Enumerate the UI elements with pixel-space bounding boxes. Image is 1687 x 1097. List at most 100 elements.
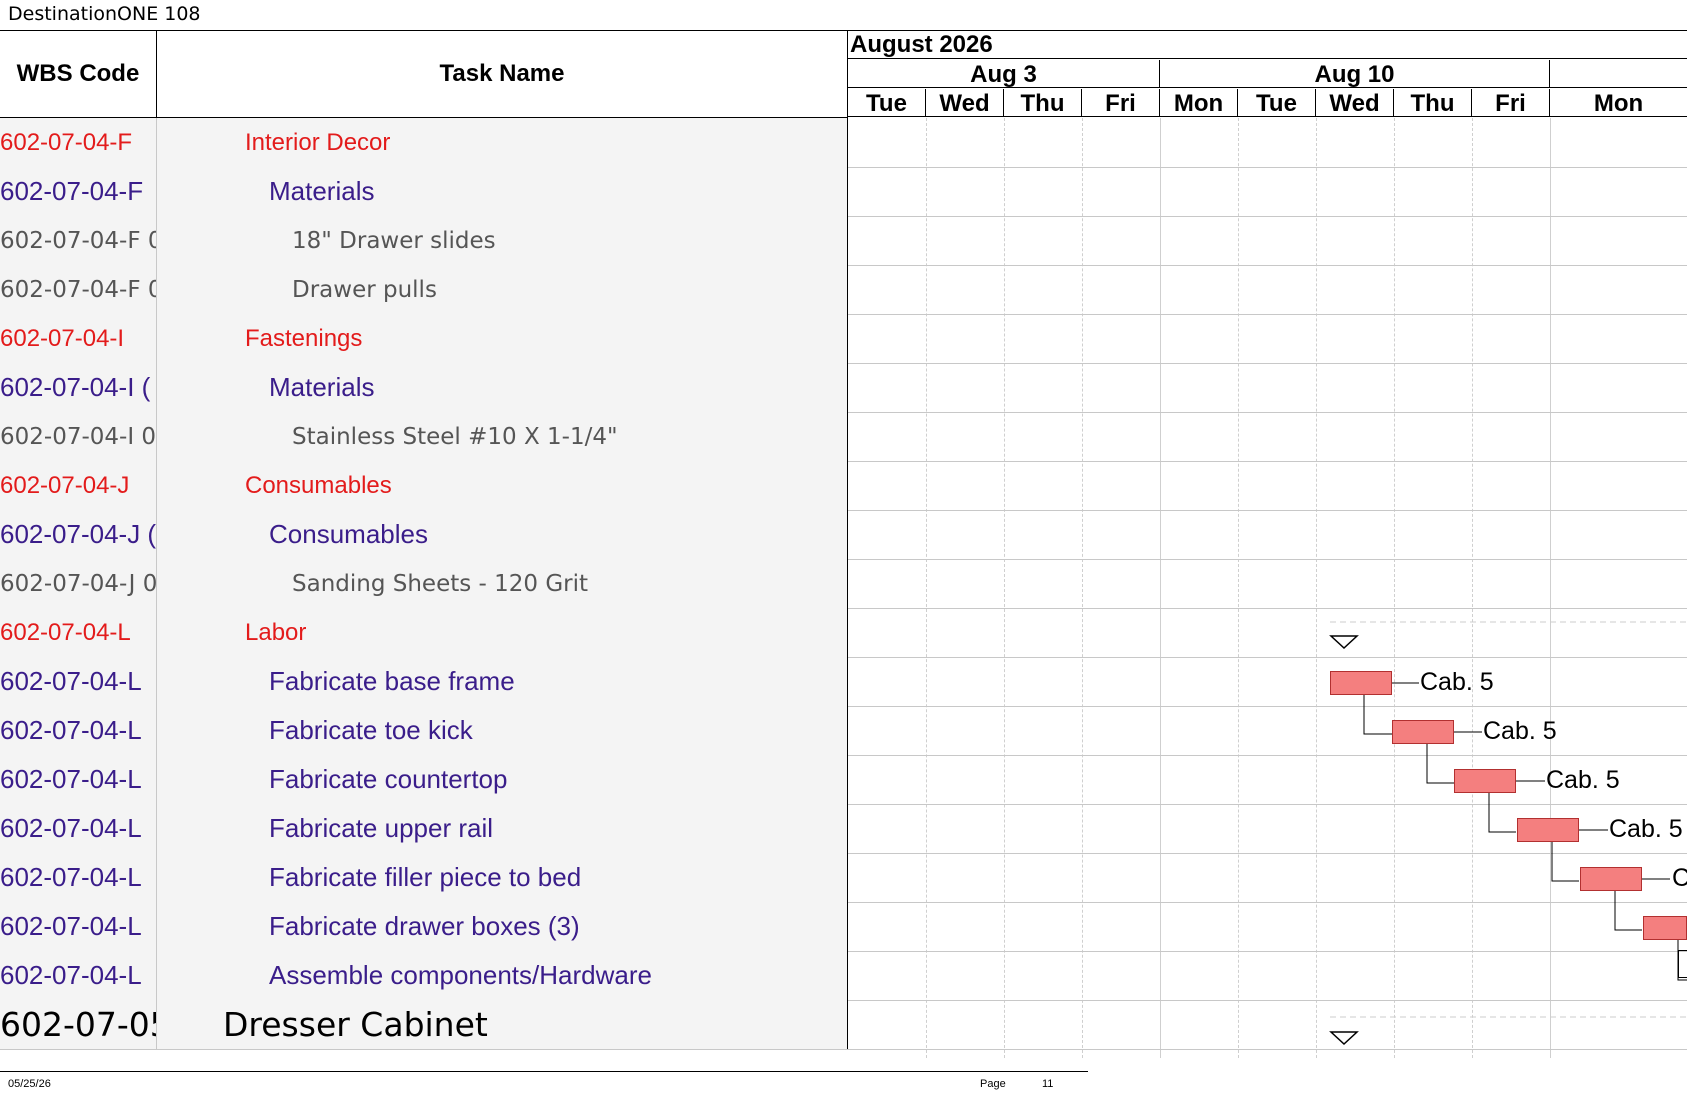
column-header-wbs-label: WBS Code xyxy=(16,59,140,87)
wbs-cell[interactable]: 602-07-04-L xyxy=(0,804,157,853)
task-name-cell[interactable]: Sanding Sheets - 120 Grit xyxy=(157,559,848,608)
timescale-day: Tue xyxy=(848,89,926,117)
footer-divider xyxy=(0,1071,1088,1072)
task-name: Materials xyxy=(269,176,375,206)
wbs-cell[interactable]: 602-07-04-F xyxy=(0,118,157,167)
task-bar-label: C xyxy=(1672,864,1687,892)
task-name-cell[interactable]: Assemble components/Hardware xyxy=(157,951,848,1000)
footer-page-number: 11 xyxy=(1042,1078,1054,1090)
wbs-code: 602-07-04-L xyxy=(0,618,131,646)
task-name-cell[interactable]: Fabricate base frame xyxy=(157,657,848,706)
task-name: Fabricate countertop xyxy=(269,764,508,794)
wbs-cell[interactable]: 602-07-04-F xyxy=(0,167,157,216)
wbs-cell[interactable]: 602-07-04-I 01 xyxy=(0,412,157,461)
task-name-cell[interactable]: Materials xyxy=(157,363,848,412)
wbs-cell[interactable]: 602-07-04-L xyxy=(0,902,157,951)
task-name-cell[interactable]: Dresser Cabinet xyxy=(157,1000,848,1049)
wbs-cell[interactable]: 602-07-04-L xyxy=(0,853,157,902)
task-name-cell[interactable]: Interior Decor xyxy=(157,118,848,167)
wbs-code: 602-07-04-L xyxy=(0,764,142,794)
timescale-week: Aug 10 xyxy=(1160,60,1550,88)
footer-page-label: Page xyxy=(980,1078,1006,1090)
footer-date: 05/25/26 xyxy=(8,1078,51,1090)
dependency-link xyxy=(1488,793,1516,833)
task-name-cell[interactable]: Fabricate toe kick xyxy=(157,706,848,755)
timescale-day: Wed xyxy=(1316,89,1394,117)
wbs-code: 602-07-04-L xyxy=(0,813,142,843)
dependency-link xyxy=(1551,842,1579,882)
timescale-header: August 2026 Aug 3 Aug 10 Tue Wed Thu Fri… xyxy=(848,30,1687,118)
wbs-cell[interactable]: 602-07-04-I ( xyxy=(0,363,157,412)
task-name-cell[interactable]: Fabricate countertop xyxy=(157,755,848,804)
task-name: Drawer pulls xyxy=(292,276,437,303)
task-name-cell[interactable]: Drawer pulls xyxy=(157,265,848,314)
task-bar[interactable] xyxy=(1643,916,1687,940)
timescale-month: August 2026 xyxy=(848,30,1687,59)
wbs-code: 602-07-04-L xyxy=(0,960,142,990)
wbs-cell[interactable]: 602-07-04-L xyxy=(0,951,157,1000)
task-name: 18" Drawer slides xyxy=(292,227,496,254)
task-name-cell[interactable]: 18" Drawer slides xyxy=(157,216,848,265)
wbs-code: 602-07-04-F 0 xyxy=(0,276,157,303)
task-bar-edge xyxy=(1678,950,1687,978)
task-bar[interactable] xyxy=(1392,720,1454,744)
task-name-cell[interactable]: Fabricate drawer boxes (3) xyxy=(157,902,848,951)
wbs-cell[interactable]: 602-07-04-I xyxy=(0,314,157,363)
task-name: Materials xyxy=(269,372,375,402)
wbs-code: 602-07-04-F xyxy=(0,128,133,156)
wbs-code: 602-07-04-L xyxy=(0,666,142,696)
wbs-cell[interactable]: 602-07-04-J xyxy=(0,461,157,510)
wbs-code: 602-07-04-I xyxy=(0,324,125,352)
task-bar-label: Cab. 5 xyxy=(1546,766,1620,794)
wbs-code: 602-07-04-J ( xyxy=(0,519,157,549)
dependency-link xyxy=(1426,744,1454,784)
task-name-cell[interactable]: Consumables xyxy=(157,461,848,510)
task-name: Stainless Steel #10 X 1-1/4" xyxy=(292,423,618,450)
summary-marker-icon[interactable] xyxy=(1329,1031,1359,1046)
summary-marker-icon[interactable] xyxy=(1329,635,1359,650)
task-bar[interactable] xyxy=(1517,818,1579,842)
timescale-day: Fri xyxy=(1082,89,1160,117)
timescale-day: Fri xyxy=(1472,89,1550,117)
wbs-cell[interactable]: 602-07-04-F 0 xyxy=(0,265,157,314)
task-name: Consumables xyxy=(245,471,392,499)
column-header-wbs[interactable]: WBS Code xyxy=(0,30,157,118)
task-name: Fabricate upper rail xyxy=(269,813,493,843)
wbs-code: 602-07-04-L xyxy=(0,862,142,892)
task-name-cell[interactable]: Fabricate filler piece to bed xyxy=(157,853,848,902)
timescale-day: Thu xyxy=(1394,89,1472,117)
wbs-cell[interactable]: 602-07-05 xyxy=(0,1000,157,1049)
wbs-code: 602-07-05 xyxy=(0,1005,157,1044)
task-bar[interactable] xyxy=(1454,769,1516,793)
task-bar[interactable] xyxy=(1330,671,1392,695)
task-name-cell[interactable]: Materials xyxy=(157,167,848,216)
task-name: Fabricate drawer boxes (3) xyxy=(269,911,580,941)
task-bar-label: Cab. 5 xyxy=(1420,668,1494,696)
wbs-code: 602-07-04-F 0 xyxy=(0,227,157,254)
wbs-cell[interactable]: 602-07-04-J ( xyxy=(0,510,157,559)
wbs-cell[interactable]: 602-07-04-F 0 xyxy=(0,216,157,265)
dependency-link xyxy=(1614,891,1642,931)
task-name: Sanding Sheets - 120 Grit xyxy=(292,570,589,597)
column-header-task[interactable]: Task Name xyxy=(157,30,848,118)
wbs-code: 602-07-04-I ( xyxy=(0,372,151,402)
task-name-cell[interactable]: Fastenings xyxy=(157,314,848,363)
task-name-cell[interactable]: Consumables xyxy=(157,510,848,559)
wbs-cell[interactable]: 602-07-04-L xyxy=(0,657,157,706)
task-name-cell[interactable]: Labor xyxy=(157,608,848,657)
timescale-week xyxy=(1550,60,1687,88)
task-bar-label: Cab. 5 xyxy=(1483,717,1557,745)
wbs-cell[interactable]: 602-07-04-L xyxy=(0,608,157,657)
task-name-cell[interactable]: Fabricate upper rail xyxy=(157,804,848,853)
task-name: Labor xyxy=(245,618,307,646)
wbs-cell[interactable]: 602-07-04-J 0: xyxy=(0,559,157,608)
task-bar[interactable] xyxy=(1580,867,1642,891)
wbs-cell[interactable]: 602-07-04-L xyxy=(0,755,157,804)
task-name-cell[interactable]: Stainless Steel #10 X 1-1/4" xyxy=(157,412,848,461)
wbs-code: 602-07-04-L xyxy=(0,911,142,941)
task-name: Consumables xyxy=(269,519,428,549)
wbs-cell[interactable]: 602-07-04-L xyxy=(0,706,157,755)
timescale-week: Aug 3 xyxy=(848,60,1160,88)
task-name: Fabricate toe kick xyxy=(269,715,473,745)
gantt-overlay xyxy=(1329,621,1687,1046)
